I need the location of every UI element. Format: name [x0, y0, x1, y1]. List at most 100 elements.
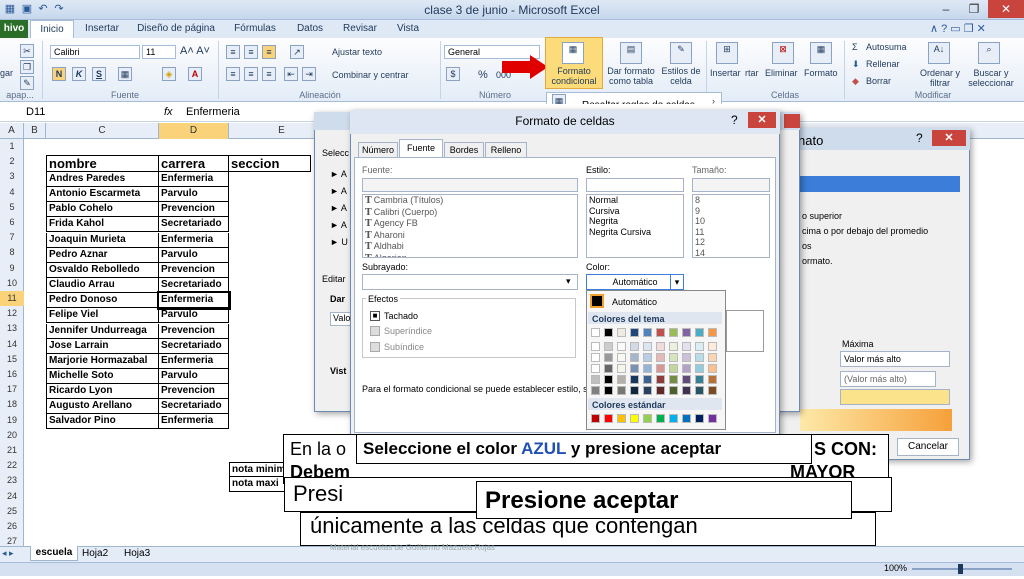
standard-color-swatch[interactable]	[643, 414, 652, 423]
font-list-item[interactable]: T Aharoni	[363, 230, 577, 242]
style-list-item[interactable]: Negrita	[587, 216, 683, 227]
theme-color-swatch[interactable]	[604, 328, 613, 337]
format-cells-help[interactable]: ?	[731, 113, 738, 127]
table-cell[interactable]: Andres Paredes	[46, 172, 159, 187]
standard-color-swatch[interactable]	[656, 414, 665, 423]
paste-button-label[interactable]: gar	[0, 68, 13, 78]
theme-color-swatch[interactable]	[682, 342, 691, 351]
style-list-item[interactable]: Negrita Cursiva	[587, 227, 683, 238]
col-header-b[interactable]: B	[24, 123, 46, 139]
row-header[interactable]: 20	[0, 428, 24, 443]
theme-color-swatch[interactable]	[630, 375, 639, 384]
theme-color-swatch[interactable]	[630, 342, 639, 351]
automatic-color-option[interactable]: Automático	[612, 297, 657, 307]
theme-color-swatch[interactable]	[643, 328, 652, 337]
size-input[interactable]	[692, 178, 770, 192]
table-cell[interactable]: Ricardo Lyon	[46, 384, 159, 400]
percent-button[interactable]: %	[478, 69, 488, 81]
theme-color-swatch[interactable]	[591, 328, 600, 337]
theme-color-swatch[interactable]	[643, 386, 652, 395]
table-cell[interactable]: Enfermeria	[159, 414, 229, 430]
row-header[interactable]: 2	[0, 154, 24, 169]
table-cell[interactable]: Augusto Arellano	[46, 399, 159, 415]
automatic-swatch[interactable]	[590, 294, 604, 308]
strikethrough-checkbox[interactable]: ■	[370, 311, 380, 321]
theme-color-swatch[interactable]	[656, 328, 665, 337]
sheet-tab-hoja2[interactable]: Hoja2	[82, 548, 108, 559]
table-cell[interactable]: Enfermeria	[159, 232, 229, 248]
align-right-icon[interactable]: ≡	[262, 67, 276, 81]
row-header[interactable]: 21	[0, 443, 24, 458]
tab-insertar[interactable]: Insertar	[78, 20, 126, 39]
table-cell[interactable]: Prevencion	[159, 323, 229, 339]
theme-color-swatch[interactable]	[695, 342, 704, 351]
font-size-select[interactable]: 11	[142, 45, 176, 59]
theme-color-swatch[interactable]	[643, 353, 652, 362]
table-cell[interactable]: Salvador Pino	[46, 414, 159, 430]
table-cell[interactable]: Felipe Viel	[46, 308, 159, 324]
borders-icon[interactable]: ▦	[118, 67, 132, 81]
format-cells-button[interactable]: Formato	[804, 68, 838, 78]
row-header[interactable]: 8	[0, 245, 24, 260]
theme-color-swatch[interactable]	[669, 375, 678, 384]
italic-button[interactable]: K	[72, 67, 86, 81]
row-header[interactable]: 14	[0, 337, 24, 352]
table-cell[interactable]: Secretariado	[159, 399, 229, 415]
theme-color-swatch[interactable]	[617, 364, 626, 373]
manager-close[interactable]	[784, 114, 800, 128]
theme-color-swatch[interactable]	[695, 375, 704, 384]
tab-datos[interactable]: Datos	[290, 20, 330, 39]
max-type-select[interactable]: Valor más alto	[840, 351, 950, 367]
row-header[interactable]: 17	[0, 382, 24, 397]
decrease-indent-icon[interactable]: ⇤	[284, 67, 298, 81]
size-list-item[interactable]: 9	[693, 206, 769, 217]
row-header[interactable]: 5	[0, 200, 24, 215]
underline-select[interactable]	[362, 274, 578, 290]
theme-color-swatch[interactable]	[630, 353, 639, 362]
theme-color-swatch[interactable]	[695, 364, 704, 373]
row-header[interactable]: 26	[0, 519, 24, 534]
table-cell[interactable]: Michelle Soto	[46, 368, 159, 384]
theme-color-swatch[interactable]	[695, 353, 704, 362]
theme-color-swatch[interactable]	[682, 353, 691, 362]
rule-item[interactable]: o superior	[802, 211, 842, 221]
merge-center-button[interactable]: Combinar y centrar	[332, 70, 409, 80]
standard-color-swatch[interactable]	[669, 414, 678, 423]
fill-button[interactable]: Rellenar	[866, 59, 900, 69]
theme-color-swatch[interactable]	[656, 386, 665, 395]
table-cell[interactable]: Jose Larrain	[46, 338, 159, 354]
rule-type-selected[interactable]	[782, 176, 960, 192]
manager-value-field[interactable]: Valo	[330, 312, 352, 326]
theme-color-swatch[interactable]	[591, 353, 600, 362]
format-table-button[interactable]: Dar formato como tabla	[604, 66, 658, 86]
tab-fuente[interactable]: Fuente	[399, 139, 443, 157]
row-header[interactable]: 25	[0, 504, 24, 519]
theme-color-swatch[interactable]	[604, 386, 613, 395]
row-header[interactable]: 1	[0, 139, 24, 154]
theme-color-swatch[interactable]	[695, 328, 704, 337]
theme-color-swatch[interactable]	[682, 364, 691, 373]
row-header[interactable]: 9	[0, 261, 24, 276]
table-cell[interactable]: Enfermeria	[159, 353, 229, 369]
font-list-item[interactable]: T Agency FB	[363, 218, 577, 230]
table-cell[interactable]: Secretariado	[159, 217, 229, 233]
theme-color-swatch[interactable]	[630, 364, 639, 373]
rule-item[interactable]: cima o por debajo del promedio	[802, 226, 928, 236]
theme-color-swatch[interactable]	[617, 375, 626, 384]
table-cell[interactable]: Parvulo	[159, 308, 229, 324]
rule-item[interactable]: os	[802, 241, 812, 251]
delete-cells-button[interactable]: Eliminar	[765, 68, 798, 78]
row-header[interactable]: 6	[0, 215, 24, 230]
theme-color-swatch[interactable]	[669, 353, 678, 362]
align-left-icon[interactable]: ≡	[226, 67, 240, 81]
standard-color-swatch[interactable]	[682, 414, 691, 423]
theme-color-swatch[interactable]	[617, 353, 626, 362]
find-select-button[interactable]: Buscar y seleccionar	[962, 68, 1020, 88]
bold-button[interactable]: N	[52, 67, 66, 81]
size-listbox[interactable]: 8 9 10 11 12 14	[692, 194, 770, 258]
theme-color-swatch[interactable]	[669, 364, 678, 373]
size-list-item[interactable]: 11	[693, 227, 769, 238]
theme-color-swatch[interactable]	[669, 386, 678, 395]
row-header[interactable]: 24	[0, 489, 24, 504]
theme-color-swatch[interactable]	[617, 342, 626, 351]
